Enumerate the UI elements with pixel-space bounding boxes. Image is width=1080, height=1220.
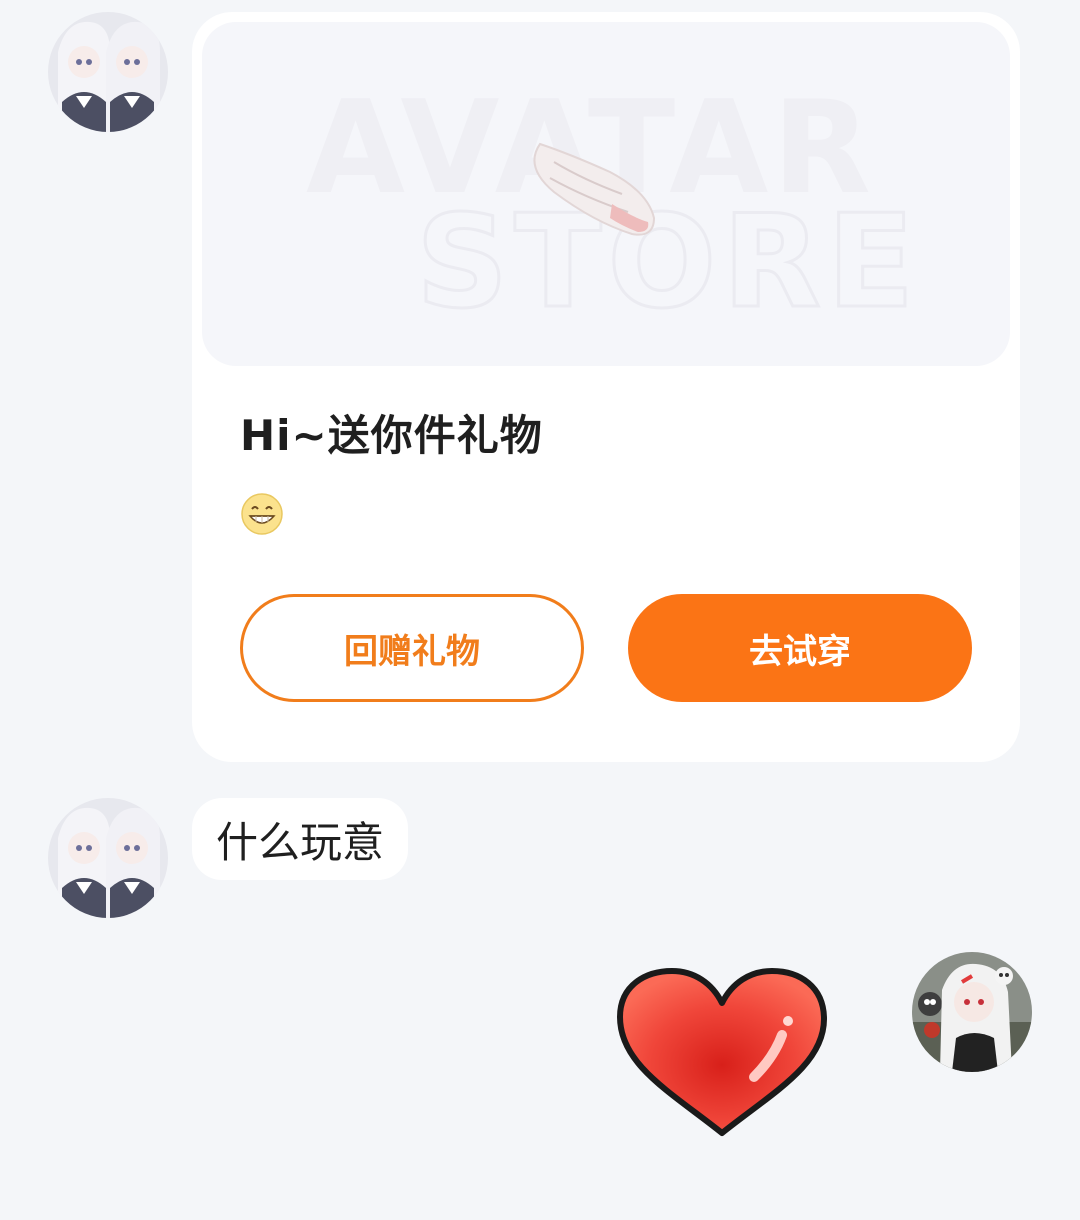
gift-card[interactable]: AVATAR STORE Hi~送你件礼物 回赠礼物 去试穿	[192, 12, 1020, 762]
return-gift-button[interactable]: 回赠礼物	[240, 594, 584, 702]
try-on-button[interactable]: 去试穿	[628, 594, 972, 702]
text-message-bubble[interactable]: 什么玩意	[192, 798, 409, 880]
banner-title-line2: STORE	[416, 188, 920, 337]
sender-avatar[interactable]	[48, 798, 168, 918]
gift-banner: AVATAR STORE	[202, 22, 1010, 366]
grinning-face-icon	[241, 493, 283, 535]
gift-title: Hi~送你件礼物	[240, 411, 543, 460]
message-text: 什么玩意	[216, 817, 385, 867]
sender-avatar[interactable]	[48, 12, 168, 132]
red-heart-sticker[interactable]	[612, 965, 832, 1140]
my-avatar[interactable]	[912, 952, 1032, 1072]
